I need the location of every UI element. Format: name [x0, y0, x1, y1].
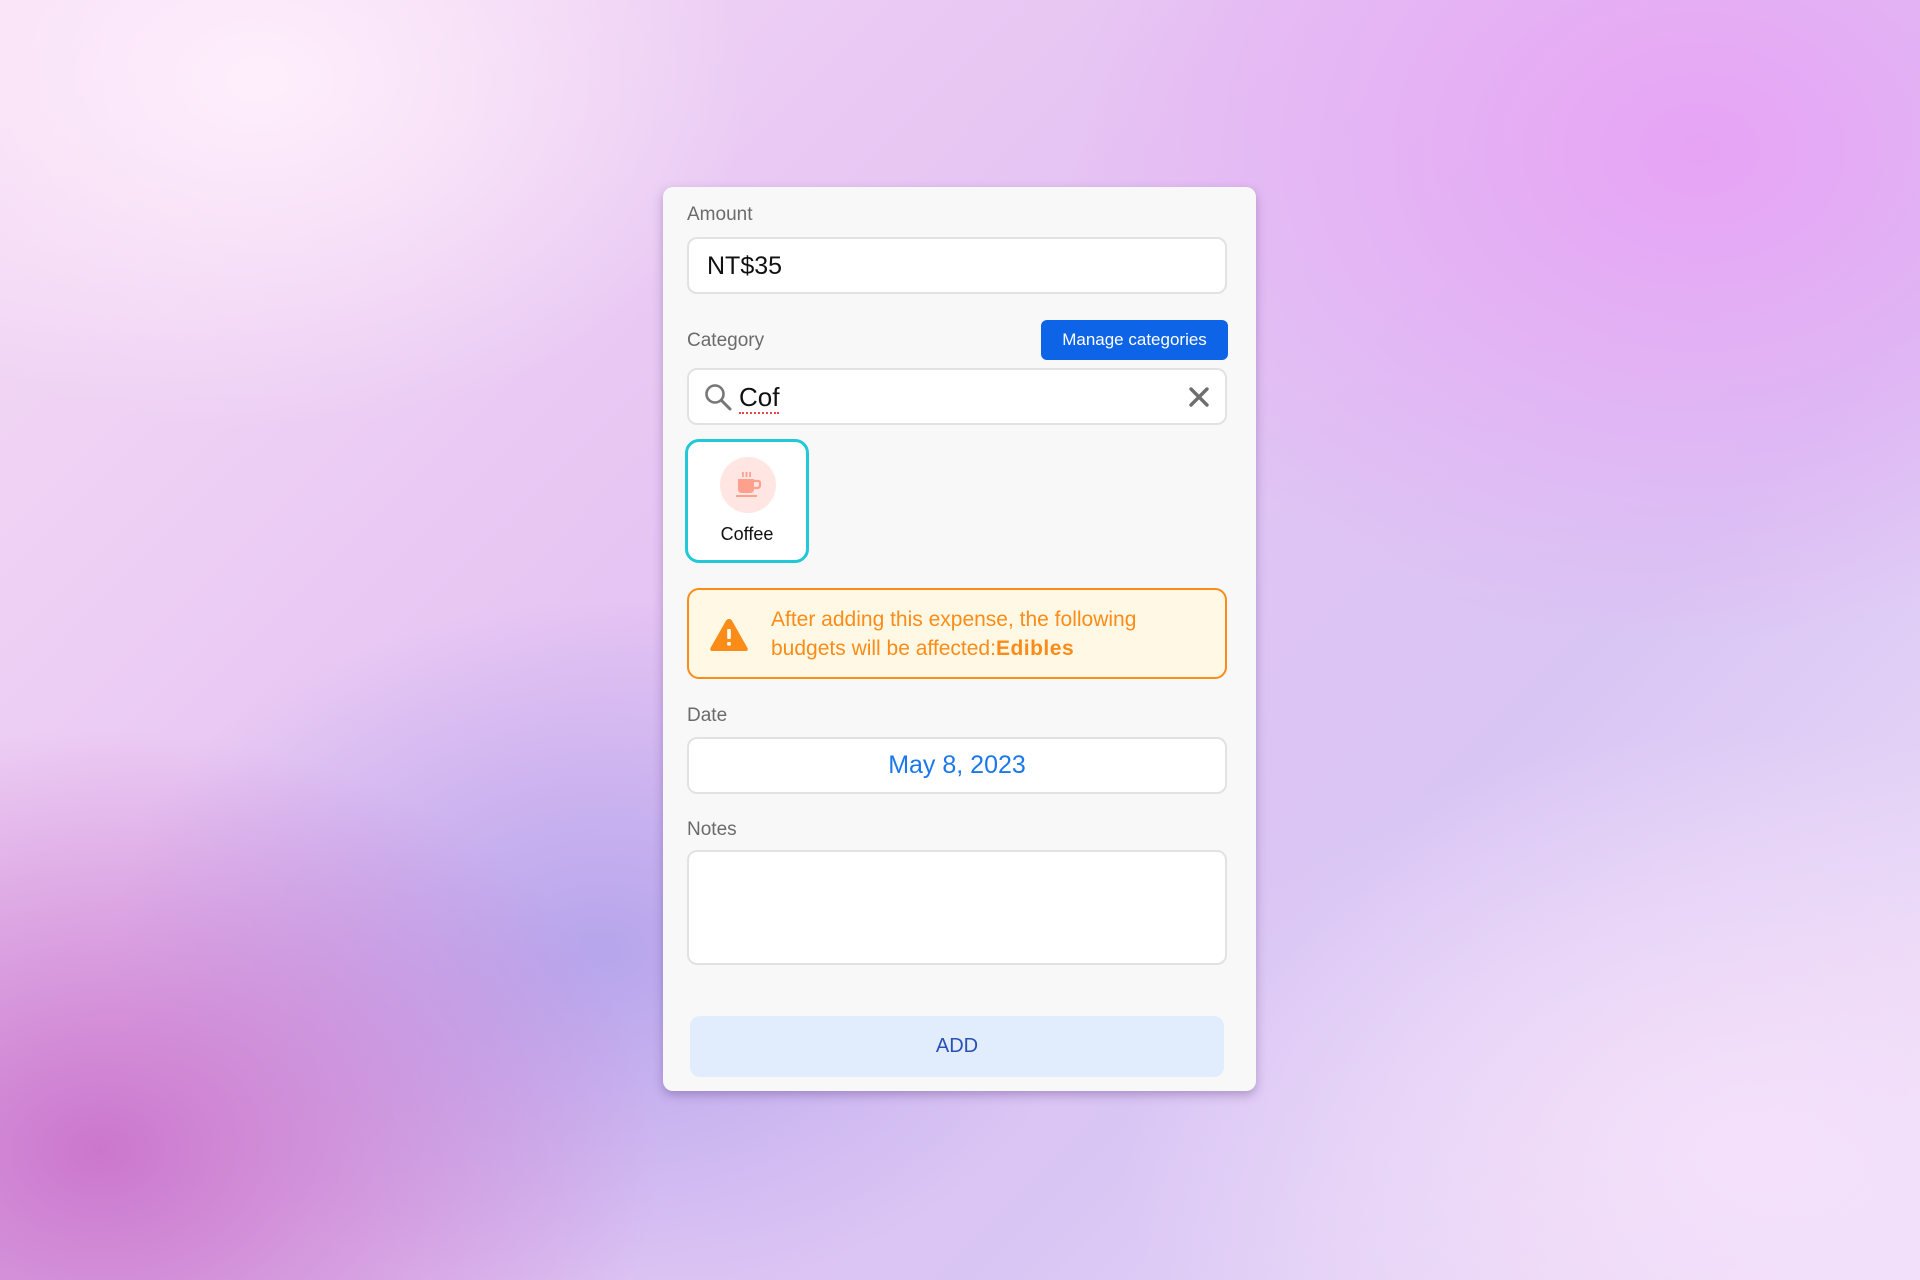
- notes-textarea[interactable]: [687, 850, 1227, 965]
- add-button[interactable]: ADD: [690, 1016, 1224, 1077]
- amount-input[interactable]: NT$35: [687, 237, 1227, 294]
- notes-label: Notes: [687, 819, 737, 840]
- budget-warning-alert: After adding this expense, the following…: [687, 588, 1227, 679]
- amount-value: NT$35: [707, 252, 783, 280]
- date-value: May 8, 2023: [888, 751, 1026, 779]
- search-value: Cof: [739, 382, 780, 414]
- date-picker[interactable]: May 8, 2023: [687, 737, 1227, 794]
- search-icon: [705, 384, 732, 411]
- category-tile-coffee[interactable]: Coffee: [685, 439, 809, 563]
- warning-message: After adding this expense, the following…: [771, 608, 1137, 660]
- add-expense-card: Amount NT$35 Category Manage categories …: [663, 187, 1256, 1091]
- warning-triangle-icon: [710, 619, 748, 651]
- amount-label: Amount: [687, 204, 753, 225]
- coffee-cup-icon: [736, 472, 762, 497]
- close-icon[interactable]: [1187, 385, 1211, 409]
- affected-budget: Edibles: [995, 637, 1075, 660]
- category-label: Category: [687, 330, 765, 351]
- manage-categories-button[interactable]: Manage categories: [1041, 320, 1228, 360]
- category-search-input[interactable]: Cof: [687, 368, 1227, 425]
- category-icon-bg: [720, 457, 776, 513]
- date-label: Date: [687, 705, 728, 726]
- category-tile-label: Coffee: [720, 524, 774, 544]
